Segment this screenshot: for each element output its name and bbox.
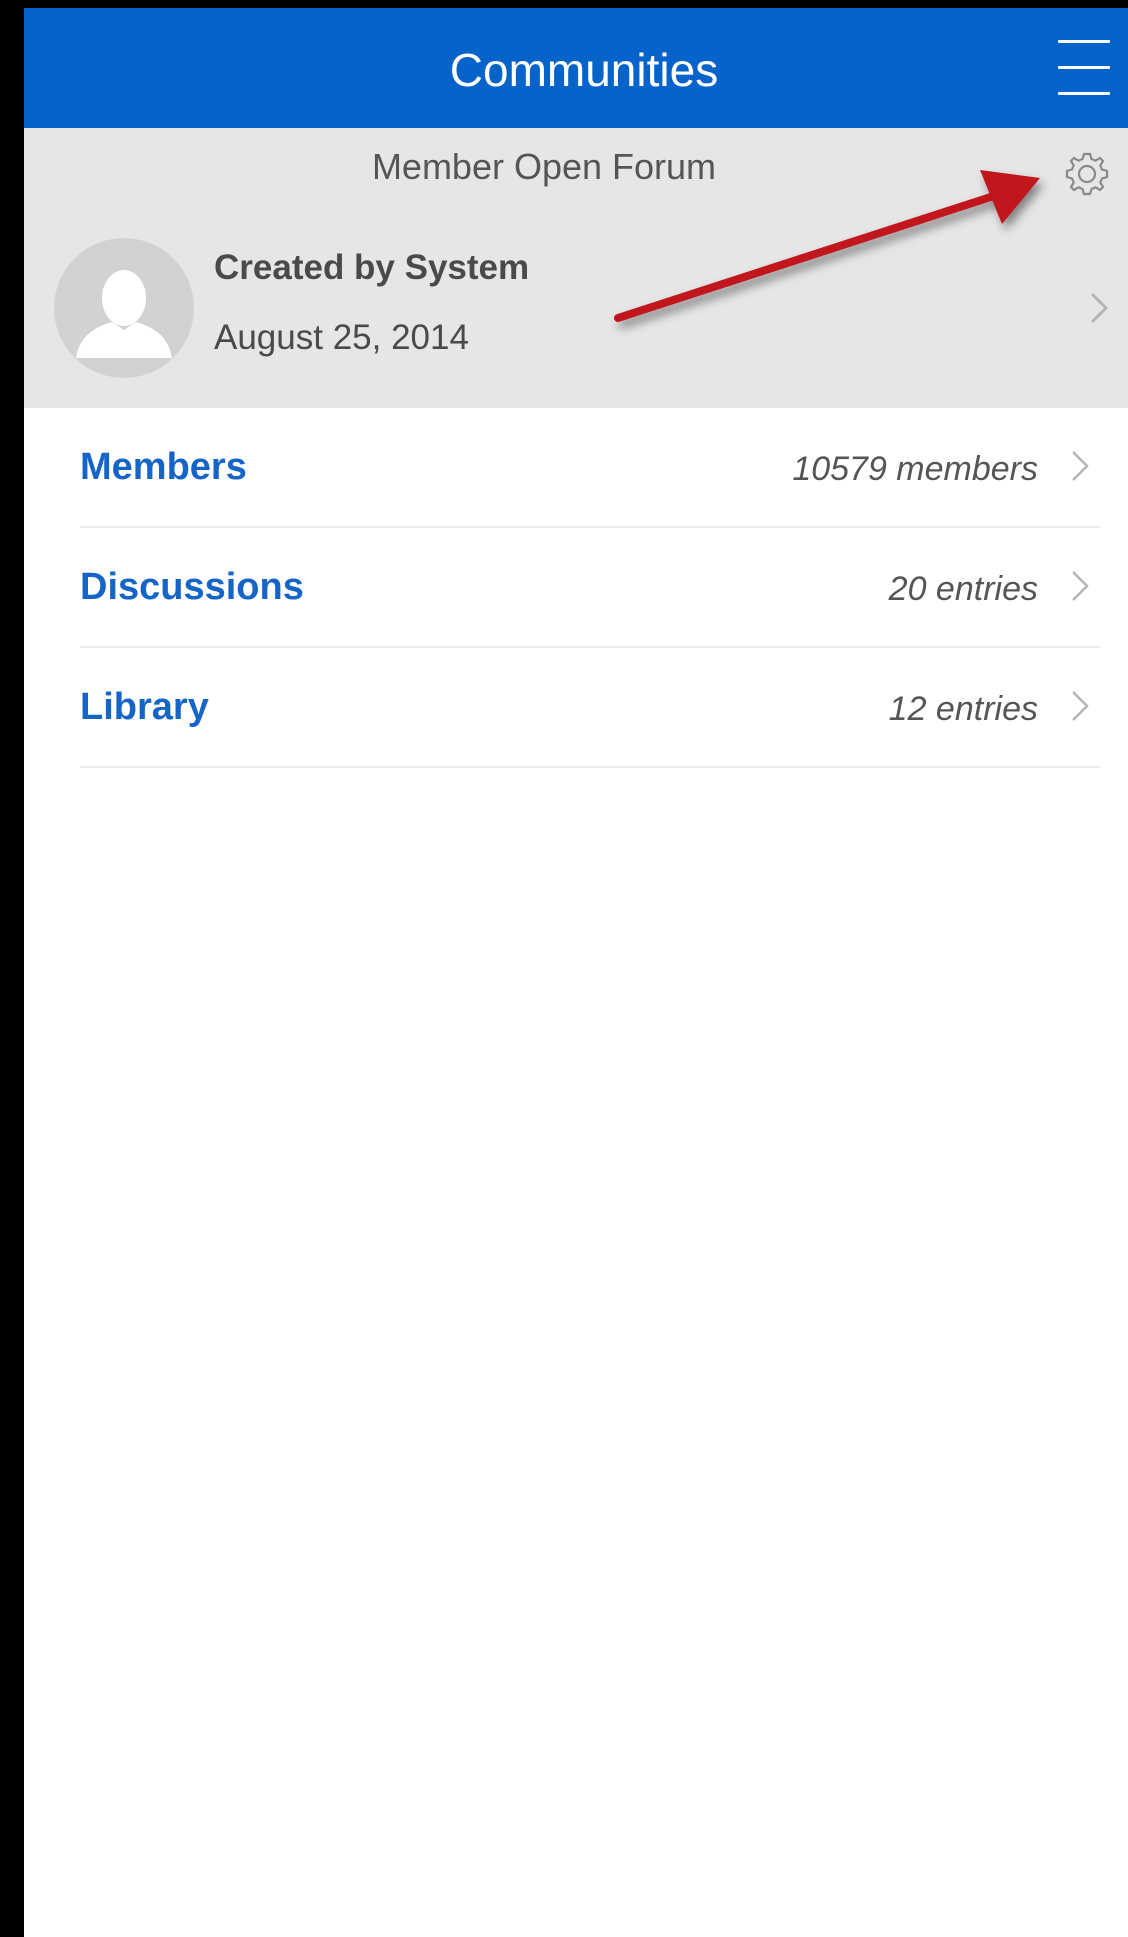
chevron-right-icon <box>1072 571 1089 601</box>
community-info-panel[interactable]: Member Open Forum Created by System Augu… <box>24 128 1128 408</box>
created-by-label: Created by System <box>214 248 530 287</box>
page-title: Communities <box>449 44 719 96</box>
person-placeholder-icon <box>76 270 172 358</box>
header-bar: Communities <box>24 8 1128 128</box>
list-item-count: 20 entries <box>888 570 1038 608</box>
list-item-count: 10579 members <box>792 450 1038 488</box>
app-screen: Communities Member Open Forum Created by… <box>0 0 1128 1937</box>
created-date: August 25, 2014 <box>214 318 469 357</box>
list-item-label: Library <box>80 686 209 728</box>
list-item-discussions[interactable]: Discussions 20 entries <box>80 528 1100 648</box>
list-item-label: Members <box>80 446 247 488</box>
list-item-members[interactable]: Members 10579 members <box>80 408 1100 528</box>
list-item-count: 12 entries <box>888 690 1038 728</box>
gear-icon[interactable] <box>1059 146 1115 202</box>
hamburger-menu-icon[interactable] <box>1054 36 1114 100</box>
community-name: Member Open Forum <box>371 146 717 187</box>
chevron-right-icon <box>1072 451 1089 481</box>
section-list: Members 10579 members Discussions 20 ent… <box>80 408 1100 768</box>
list-item-label: Discussions <box>80 566 304 608</box>
chevron-right-icon <box>1072 691 1089 721</box>
avatar <box>54 238 194 378</box>
chevron-right-icon <box>1090 292 1109 324</box>
list-item-library[interactable]: Library 12 entries <box>80 648 1100 768</box>
frame-border-left <box>0 0 24 1937</box>
frame-border-top <box>0 0 1128 8</box>
